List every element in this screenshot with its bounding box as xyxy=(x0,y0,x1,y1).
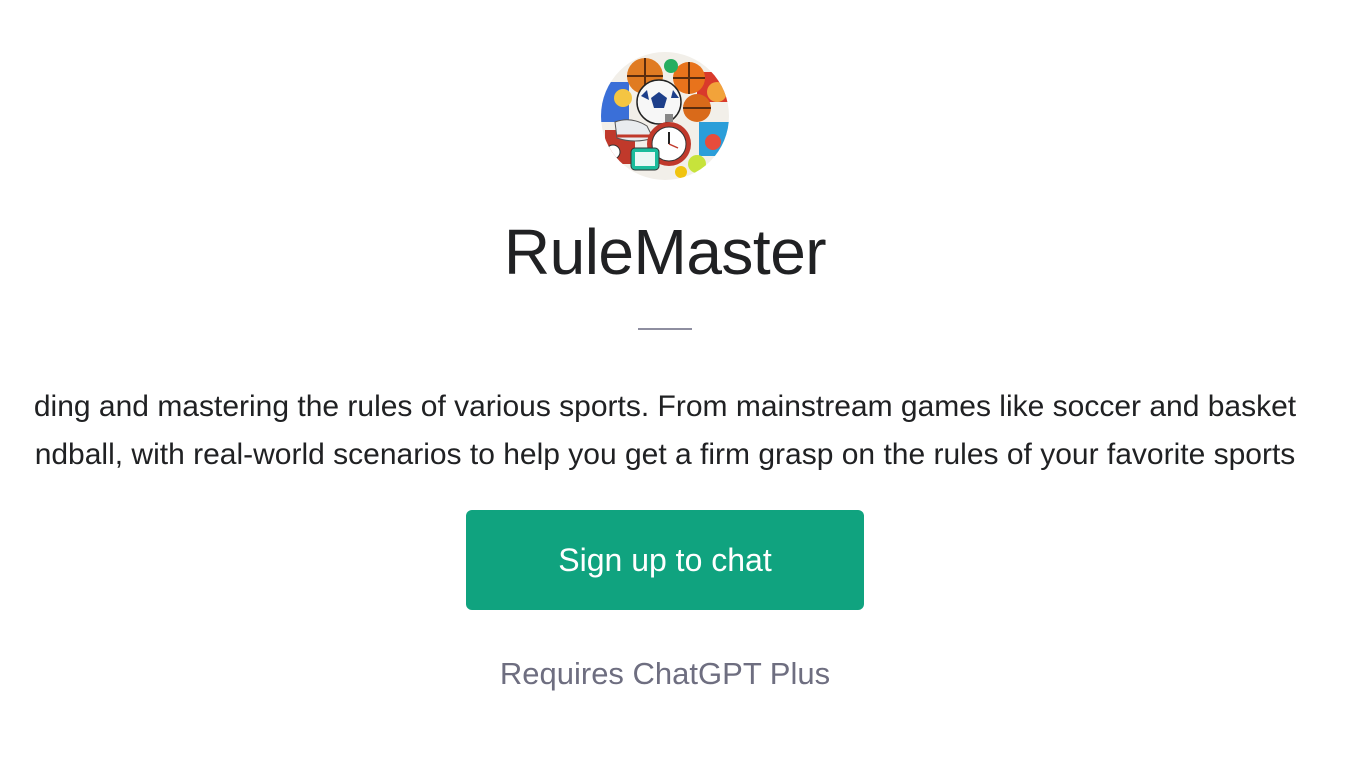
gpt-avatar xyxy=(601,52,729,180)
sports-collage-icon xyxy=(601,52,729,180)
description-line: ndball, with real-world scenarios to hel… xyxy=(34,438,1296,471)
gpt-description: ding and mastering the rules of various … xyxy=(0,383,1360,479)
description-line: ding and mastering the rules of various … xyxy=(33,390,1297,423)
gpt-landing-page: RuleMaster ding and mastering the rules … xyxy=(0,0,1360,764)
plan-requirement-note: Requires ChatGPT Plus xyxy=(499,656,831,691)
sign-up-to-chat-button[interactable]: Sign up to chat xyxy=(466,510,864,610)
gpt-title: RuleMaster xyxy=(503,216,827,288)
title-divider xyxy=(638,328,692,330)
